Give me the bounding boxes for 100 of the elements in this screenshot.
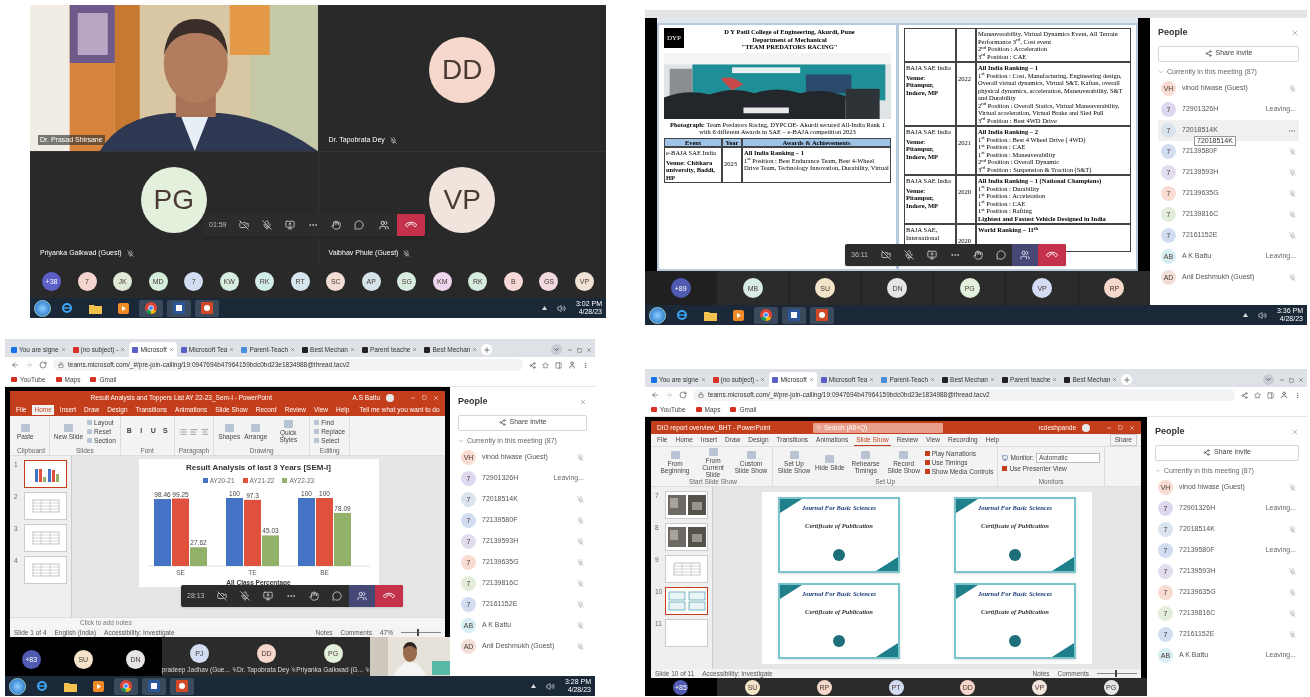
mic-off-icon — [1289, 610, 1296, 617]
tray-arrow-icon[interactable] — [530, 684, 536, 688]
align-left-icon[interactable] — [189, 427, 198, 436]
plus-icon — [482, 345, 491, 354]
chrome-taskbar-button[interactable] — [139, 299, 163, 317]
legend-swatch — [202, 478, 208, 484]
back-icon[interactable] — [11, 361, 19, 369]
powerpoint-taskbar-button[interactable] — [170, 677, 194, 695]
share-icon[interactable] — [1241, 391, 1248, 399]
close-icon[interactable] — [579, 397, 587, 406]
people-button[interactable] — [348, 585, 375, 607]
chrome-taskbar-button[interactable] — [754, 306, 778, 324]
close-tab-icon[interactable] — [472, 347, 478, 352]
share-icon[interactable] — [529, 361, 536, 369]
table-thumbnail-icon — [671, 561, 702, 577]
word-taskbar-button[interactable] — [142, 677, 166, 695]
close-tab-icon[interactable] — [120, 347, 126, 352]
align-center-icon[interactable] — [200, 427, 209, 436]
close-tab-icon[interactable] — [229, 347, 235, 352]
powerpoint-taskbar-button[interactable] — [195, 299, 219, 317]
close-tab-icon[interactable] — [168, 347, 174, 352]
chart-title: Result Analysis of last 3 Years [SEM-I] — [186, 462, 331, 474]
close-tab-icon[interactable] — [808, 377, 814, 382]
chrome-icon — [120, 680, 132, 692]
search-icon — [816, 425, 821, 430]
new-tab-button[interactable] — [1121, 374, 1133, 385]
maximize-icon[interactable] — [577, 348, 582, 353]
user-avatar[interactable] — [386, 393, 394, 402]
folder-icon — [703, 309, 717, 321]
checkbox[interactable] — [1002, 466, 1008, 471]
slide-thumbnail[interactable] — [24, 460, 67, 488]
profile-icon[interactable] — [1280, 391, 1288, 399]
bar — [297, 497, 315, 566]
close-icon[interactable] — [586, 347, 592, 353]
tab-search-button[interactable] — [551, 344, 562, 355]
profile-icon[interactable] — [568, 361, 576, 369]
hang-up-button[interactable] — [374, 585, 403, 607]
checkbox[interactable] — [924, 460, 930, 465]
powerpoint-taskbar-button[interactable] — [810, 306, 834, 324]
tab-search-button[interactable] — [1263, 374, 1274, 385]
people-icon — [356, 591, 367, 601]
share-icon — [1203, 449, 1210, 456]
checkbox[interactable] — [924, 451, 930, 456]
ribbon-icon — [63, 423, 73, 432]
tray-arrow-icon[interactable] — [1242, 313, 1248, 317]
side-panel-icon[interactable] — [555, 361, 562, 369]
start-button[interactable] — [9, 677, 26, 695]
star-icon[interactable] — [542, 361, 549, 369]
checkbox[interactable] — [924, 469, 930, 474]
people-button[interactable] — [1012, 244, 1038, 266]
avatar[interactable]: DD — [429, 37, 496, 103]
close-tab-icon[interactable] — [290, 347, 296, 352]
close-tab-icon[interactable] — [760, 377, 766, 382]
share-screen-icon — [263, 591, 274, 601]
mic-off-icon — [1289, 85, 1296, 92]
close-icon[interactable] — [1291, 427, 1299, 436]
corner-ornament — [780, 499, 802, 513]
close-icon[interactable] — [1298, 377, 1304, 383]
seal-icon — [833, 548, 845, 561]
seal-icon — [833, 634, 845, 647]
bookmark-icon — [55, 377, 62, 382]
mic-off-icon — [577, 517, 584, 524]
reload-icon[interactable] — [39, 361, 47, 369]
start-button[interactable] — [649, 306, 666, 324]
close-tab-icon[interactable] — [869, 377, 875, 382]
side-panel-icon[interactable] — [1267, 391, 1274, 399]
reload-icon[interactable] — [679, 391, 687, 399]
avatar[interactable]: PG — [140, 167, 207, 233]
speaker-icon[interactable] — [1257, 310, 1267, 320]
chrome-taskbar-button[interactable] — [114, 677, 138, 695]
slide-thumbnail[interactable] — [665, 587, 708, 615]
close-tab-icon[interactable] — [930, 377, 936, 382]
avatar[interactable]: VP — [429, 167, 496, 233]
legend-swatch — [282, 478, 288, 484]
close-icon[interactable] — [1291, 28, 1299, 37]
close-tab-icon[interactable] — [412, 347, 418, 352]
user-avatar[interactable] — [1082, 423, 1090, 432]
close-tab-icon[interactable] — [350, 347, 355, 352]
speaker-icon[interactable] — [545, 681, 555, 691]
speaker-icon[interactable] — [556, 303, 566, 313]
tray-arrow-icon[interactable] — [541, 306, 547, 310]
close-tab-icon[interactable] — [1052, 377, 1058, 382]
bar — [333, 512, 351, 566]
word-taskbar-button[interactable] — [167, 299, 191, 317]
close-tab-icon[interactable] — [700, 377, 706, 382]
share-icon — [498, 419, 506, 426]
start-button[interactable] — [34, 299, 51, 317]
new-tab-button[interactable] — [481, 344, 493, 355]
word-taskbar-button[interactable] — [782, 306, 806, 324]
hang-up-button[interactable] — [396, 214, 425, 236]
back-icon[interactable] — [651, 391, 659, 399]
mic-off-icon — [240, 591, 251, 601]
close-tab-icon[interactable] — [1112, 377, 1118, 382]
list-icon[interactable] — [178, 427, 187, 436]
maximize-icon[interactable] — [1289, 378, 1294, 383]
star-icon[interactable] — [1254, 391, 1261, 399]
camera-off-icon — [880, 250, 891, 260]
close-tab-icon[interactable] — [990, 377, 995, 382]
panel-title: People — [1158, 26, 1188, 39]
close-tab-icon[interactable] — [60, 347, 66, 352]
